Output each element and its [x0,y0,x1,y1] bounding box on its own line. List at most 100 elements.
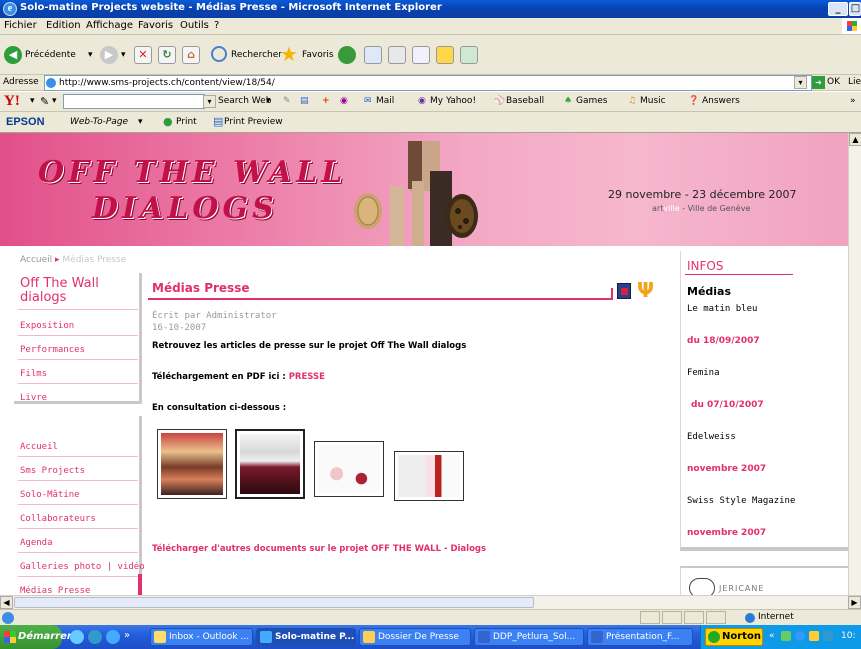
epson-print-button[interactable]: Print [176,117,197,127]
horizontal-scroll-thumb[interactable] [14,597,534,608]
vertical-scrollbar[interactable]: ▲ [848,133,861,595]
home-icon[interactable]: ⌂ [182,46,200,64]
favorites-star-icon[interactable]: ★ [280,44,298,64]
address-input[interactable]: http://www.sms-projects.ch/content/view/… [44,75,812,91]
task-presentation[interactable]: Présentation_F... [587,628,693,646]
menu-favoris[interactable]: Favoris [138,20,173,31]
baseball-link[interactable]: Baseball [506,96,544,106]
toolbar-overflow-icon[interactable]: » [850,96,856,106]
print-preview-button[interactable]: Print Preview [224,117,283,127]
messenger-icon[interactable] [460,46,478,64]
sidebar-item-solo-matine[interactable]: Solo-Mâtine [20,490,80,500]
quicklaunch-media-icon[interactable] [88,630,102,644]
press-thumbnail-3[interactable] [314,441,384,497]
quicklaunch-ie-icon[interactable] [106,630,120,644]
messenger-circle-icon[interactable]: ◉ [340,96,348,106]
yahoo-mail-link[interactable]: Mail [376,96,394,106]
page-viewport[interactable]: OFF THE WALL DIALOGS 29 novembre - 23 dé… [0,133,848,595]
scroll-up-icon[interactable]: ▲ [849,133,861,146]
go-arrow-icon[interactable]: ➜ [812,76,825,89]
forward-arrow-icon[interactable]: ▶ [100,46,118,64]
tray-volume-icon[interactable] [823,631,833,641]
norton-tray-button[interactable]: Norton [705,628,763,646]
pdf-presse-link[interactable]: PRESSE [289,372,325,382]
go-button[interactable]: OK [827,77,840,87]
pencil-icon[interactable]: ✎ [40,95,49,108]
sidebar-item-accueil[interactable]: Accueil [20,442,58,452]
tray-clock[interactable]: 10: [841,631,855,641]
web-to-page-button[interactable]: Web-To-Page [70,117,128,127]
scroll-left-icon[interactable]: ◀ [0,596,13,609]
mail-icon[interactable] [364,46,382,64]
search-web-button[interactable]: Search Web [218,96,271,106]
yahoo-logo-dropdown-icon[interactable]: ▾ [30,96,35,106]
tray-overflow-icon[interactable]: « [769,631,775,641]
sponsor-name[interactable]: JERICANE [719,584,764,593]
sidebar-item-sms-projects[interactable]: Sms Projects [20,466,85,476]
scroll-right-icon[interactable]: ▶ [848,596,861,609]
horizontal-scrollbar[interactable]: ◀ ▶ [0,595,861,609]
tray-network-icon[interactable] [781,631,791,641]
menu-outils[interactable]: Outils [180,20,209,31]
sidebar-item-exposition[interactable]: Exposition [20,321,74,331]
start-button[interactable]: Démarrer [0,625,72,649]
print-icon[interactable] [388,46,406,64]
task-ddp-petlura[interactable]: DDP_Petlura_Sol... [474,628,584,646]
quicklaunch-desktop-icon[interactable] [70,630,84,644]
breadcrumb-home[interactable]: Accueil [20,255,52,265]
history-icon[interactable] [338,46,356,64]
search-web-dropdown-icon[interactable]: ▾ [266,96,271,106]
yahoo-search-input[interactable] [63,94,205,109]
search-icon[interactable] [211,46,227,62]
sidebar-item-medias-presse[interactable]: Médias Presse [20,586,90,595]
pdf-icon[interactable] [617,283,631,299]
back-dropdown-icon[interactable]: ▾ [88,50,93,60]
task-outlook[interactable]: Inbox - Outlook ... [150,628,253,646]
back-arrow-icon[interactable]: ◀ [4,46,22,64]
highlight-icon[interactable]: ✎ [283,96,291,106]
my-yahoo-link[interactable]: My Yahoo! [430,96,476,106]
print-figure-icon[interactable]: Ψ [637,280,654,300]
menu-affichage[interactable]: Affichage [86,20,133,31]
maximize-button[interactable]: □ [849,2,861,16]
notes-icon[interactable] [436,46,454,64]
stop-icon[interactable]: ✕ [134,46,152,64]
more-documents-link[interactable]: Télécharger d'autres documents sur le pr… [152,544,486,554]
mail-envelope-icon[interactable]: ✉ [364,96,372,106]
menu-fichier[interactable]: Fichier [4,20,37,31]
back-button-label[interactable]: Précédente [25,50,76,60]
tray-update-icon[interactable] [809,631,819,641]
music-icon[interactable]: ♫ [628,96,636,106]
pencil-dropdown-icon[interactable]: ▾ [52,96,57,106]
press-thumbnail-2[interactable] [235,429,305,499]
favorites-button-label[interactable]: Favoris [302,50,334,60]
refresh-icon[interactable]: ↻ [158,46,176,64]
layout-icon[interactable]: ▤ [300,96,309,106]
sidebar-item-galleries[interactable]: Galleries photo | vidéo [20,562,145,572]
music-link[interactable]: Music [640,96,666,106]
window-title-bar[interactable]: e Solo-matine Projects website - Médias … [0,0,861,18]
sidebar-item-agenda[interactable]: Agenda [20,538,53,548]
address-dropdown-icon[interactable]: ▾ [794,76,807,89]
answers-icon[interactable]: ❓ [688,96,699,106]
answers-link[interactable]: Answers [702,96,740,106]
sidebar-project-title[interactable]: Off The Wall dialogs [20,277,130,305]
games-link[interactable]: Games [576,96,607,106]
yahoo-logo[interactable]: Y! [4,93,20,110]
plus-icon[interactable]: + [322,96,330,106]
sidebar-item-films[interactable]: Films [20,369,47,379]
task-dossier-presse[interactable]: Dossier De Presse [359,628,471,646]
yahoo-search-dropdown-icon[interactable]: ▾ [203,95,216,108]
press-thumbnail-1[interactable] [157,429,227,499]
press-thumbnail-4[interactable] [394,451,464,501]
baseball-icon[interactable]: ⚾ [494,96,505,106]
sidebar-item-collaborateurs[interactable]: Collaborateurs [20,514,96,524]
sidebar-item-performances[interactable]: Performances [20,345,85,355]
menu-edition[interactable]: Edition [46,20,81,31]
tray-messenger-icon[interactable] [795,631,805,641]
my-yahoo-icon[interactable]: ◉ [418,96,426,106]
sidebar-item-livre[interactable]: Livre [20,393,47,403]
epson-print-icon[interactable]: ● [163,115,173,128]
edit-icon[interactable] [412,46,430,64]
quicklaunch-overflow-icon[interactable]: » [124,630,130,641]
